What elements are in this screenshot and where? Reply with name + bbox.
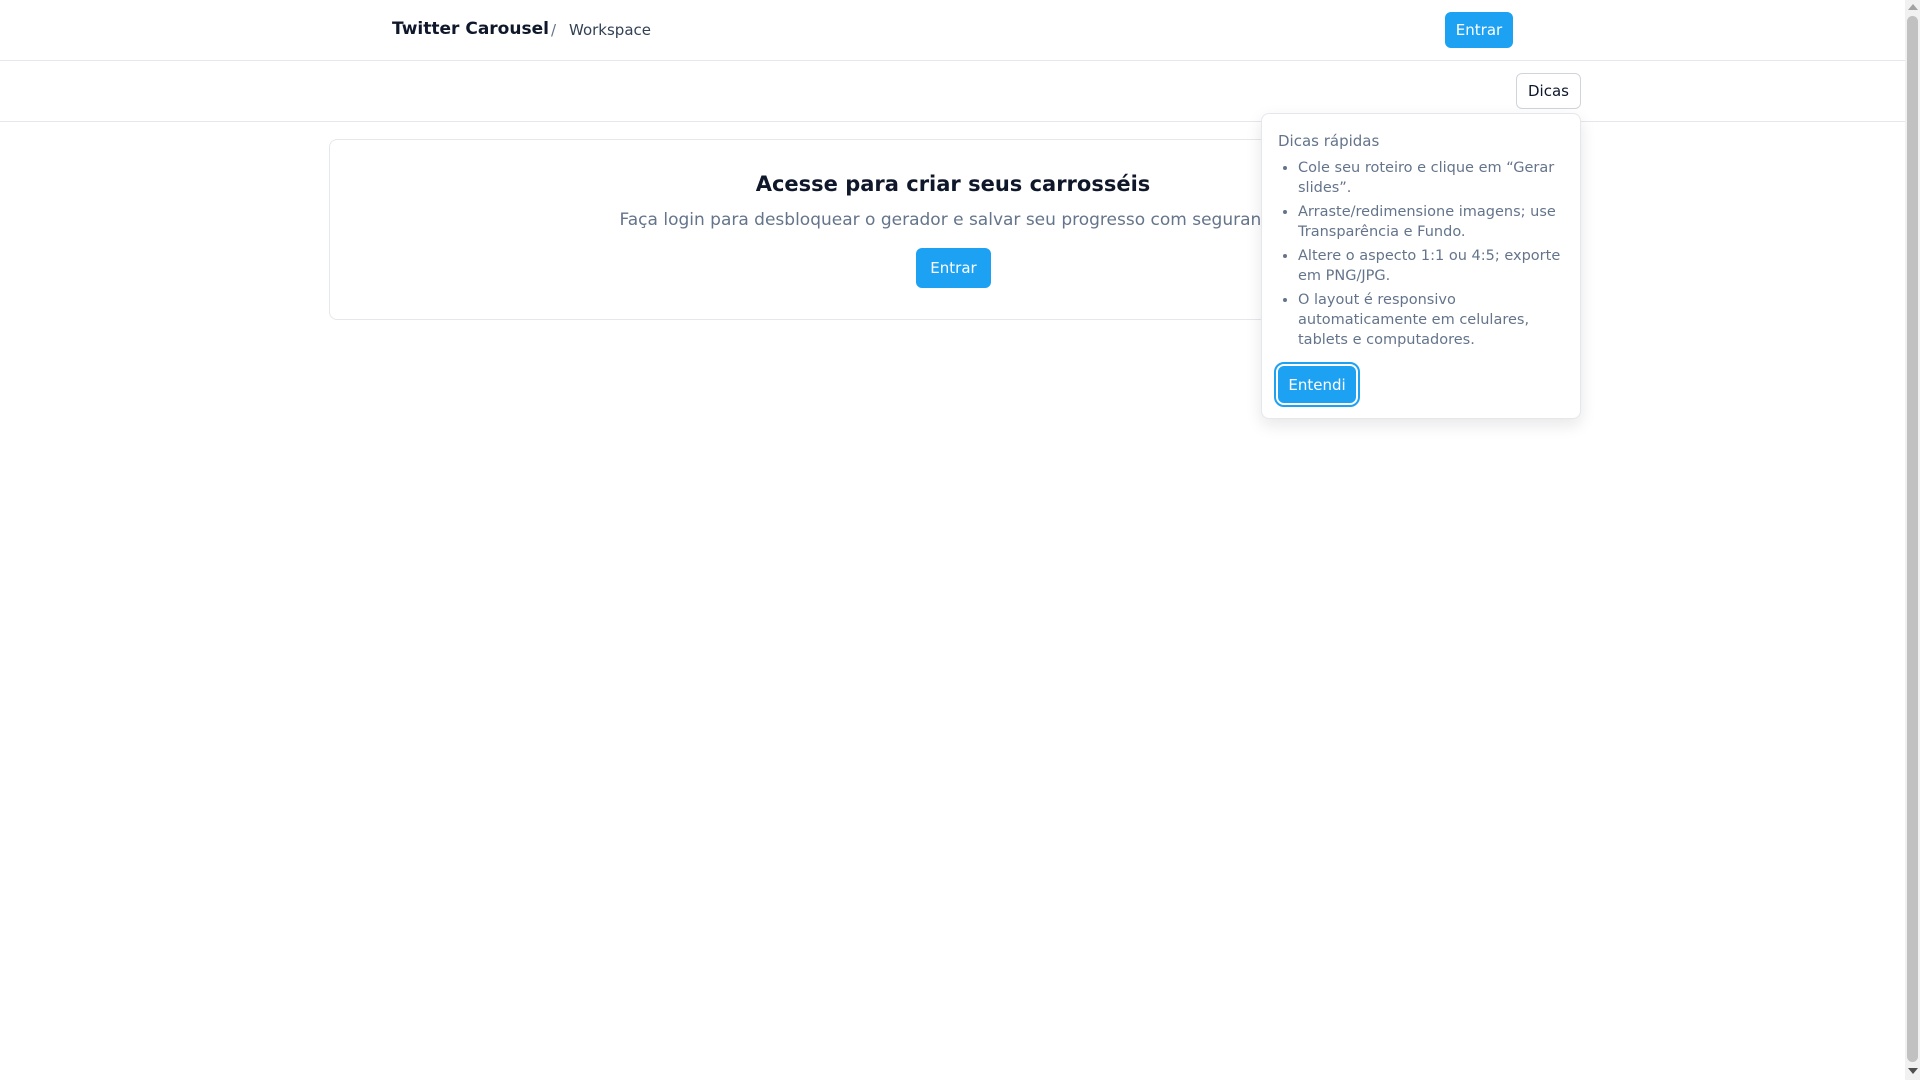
card-login-button[interactable]: Entrar bbox=[916, 248, 991, 288]
scroll-up-arrow-icon[interactable] bbox=[1908, 4, 1918, 10]
breadcrumb-separator: / bbox=[551, 21, 557, 39]
app-title: Twitter Carousel bbox=[392, 19, 549, 39]
tips-popover: Dicas rápidas Cole seu roteiro e clique … bbox=[1261, 113, 1581, 419]
breadcrumb-workspace[interactable]: Workspace bbox=[569, 19, 651, 41]
tips-button[interactable]: Dicas bbox=[1516, 73, 1581, 109]
scrollbar-thumb[interactable] bbox=[1907, 16, 1918, 1062]
tip-item: Cole seu roteiro e clique em “Gerar slid… bbox=[1298, 158, 1568, 198]
tip-item: Altere o aspecto 1:1 ou 4:5; exporte em … bbox=[1298, 246, 1568, 286]
header-login-button[interactable]: Entrar bbox=[1445, 12, 1513, 48]
tips-popover-title: Dicas rápidas bbox=[1278, 132, 1380, 150]
tips-confirm-button[interactable]: Entendi bbox=[1274, 362, 1360, 407]
tip-item: Arraste/redimensione imagens; use Transp… bbox=[1298, 202, 1568, 242]
vertical-scrollbar[interactable] bbox=[1905, 0, 1920, 1080]
tip-item: O layout é responsivo automaticamente em… bbox=[1298, 290, 1568, 350]
tips-list: Cole seu roteiro e clique em “Gerar slid… bbox=[1278, 158, 1568, 354]
top-header: Twitter Carousel / Workspace Entrar bbox=[0, 0, 1905, 61]
scroll-down-arrow-icon[interactable] bbox=[1908, 1068, 1918, 1074]
toolbar: Dicas bbox=[0, 61, 1905, 122]
